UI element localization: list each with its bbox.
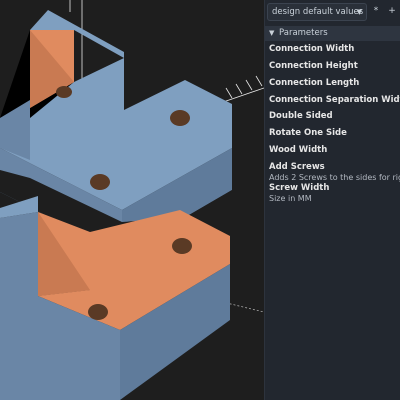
param-rotate-one-side: Rotate One Side [269, 128, 347, 138]
screw-hole [170, 110, 190, 126]
param-double-sided: Double Sided [269, 111, 333, 121]
param-add-screws-description: Adds 2 Screws to the sides for rigidit [269, 173, 400, 182]
param-connection-separation-width: Connection Separation Width [269, 95, 400, 105]
param-connection-length: Connection Length [269, 78, 360, 88]
customizer-panel: design default values ▼ * + ▼ Parameters … [264, 0, 400, 400]
param-screw-width-description: Size in MM [269, 194, 312, 203]
preset-select-value: design default values [272, 7, 364, 17]
model-render [0, 0, 264, 400]
param-screw-width: Screw Width [269, 183, 330, 193]
param-wood-width: Wood Width [269, 145, 328, 155]
axis-tick [235, 83, 243, 95]
param-connection-width: Connection Width [269, 44, 355, 54]
preset-select[interactable]: design default values ▼ [267, 3, 367, 21]
screw-hole [90, 174, 110, 190]
axis-tick [245, 79, 253, 91]
param-connection-height: Connection Height [269, 61, 358, 71]
param-add-screws: Add Screws [269, 162, 325, 172]
3d-viewport[interactable] [0, 0, 264, 400]
chevron-down-icon: ▼ [356, 8, 362, 16]
preset-save-button[interactable]: * [369, 3, 383, 21]
preset-add-button[interactable]: + [385, 3, 399, 21]
screw-hole [56, 86, 72, 98]
triangle-down-icon: ▼ [269, 29, 275, 37]
preset-toolbar: design default values ▼ * + [265, 0, 400, 26]
screw-hole [88, 304, 108, 320]
parameters-section-title: Parameters [279, 28, 328, 38]
screw-hole [172, 238, 192, 254]
axis-tick [255, 75, 263, 87]
parameters-section-header[interactable]: ▼ Parameters [265, 26, 400, 41]
axis-tick [225, 87, 233, 99]
